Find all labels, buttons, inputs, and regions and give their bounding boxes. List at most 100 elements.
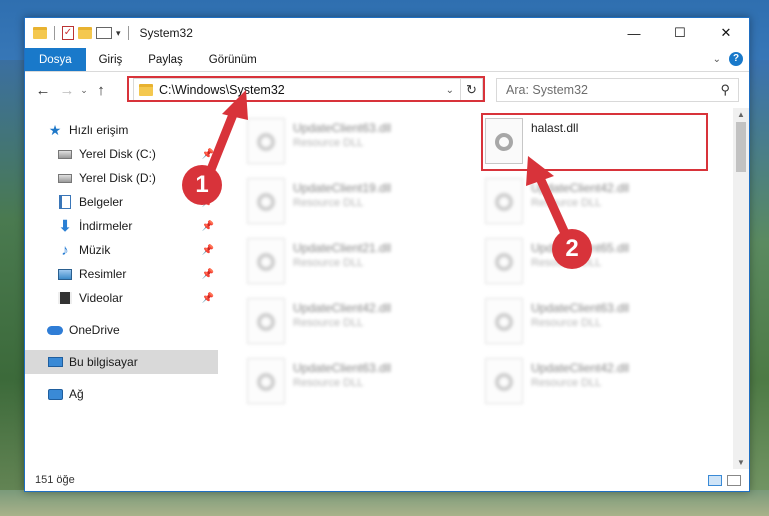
title-bar: ✓ ▾ System32 — ☐ ✕ [25, 18, 749, 48]
drive-icon [57, 146, 73, 162]
customize-toolbar-icon[interactable] [96, 27, 112, 39]
ribbon-tabs: Dosya Giriş Paylaş Görünüm ⌄ ? [25, 48, 749, 72]
dll-file-icon [247, 358, 285, 404]
tab-share[interactable]: Paylaş [135, 48, 196, 71]
sidebar-item-label: Belgeler [79, 195, 124, 209]
sidebar-item-label: OneDrive [69, 323, 120, 337]
chevron-down-icon[interactable]: ⌄ [446, 85, 454, 96]
desktop-background-right [749, 60, 769, 516]
expand-ribbon-icon[interactable]: ⌄ [713, 54, 721, 65]
file-item[interactable]: UpdateClient21.dll Resource DLL [247, 236, 467, 292]
file-item[interactable]: UpdateClient63.dll Resource DLL [247, 116, 467, 172]
download-icon: ⬇ [58, 218, 72, 235]
back-button[interactable]: ← [33, 82, 53, 99]
sidebar-item-label: Ağ [69, 387, 84, 401]
dll-file-icon [247, 178, 285, 224]
pin-icon[interactable]: 📌 [202, 293, 214, 304]
file-item[interactable]: UpdateClient42.dll Resource DLL [485, 356, 705, 412]
file-item[interactable]: UpdateClient63.dll Resource DLL [485, 296, 705, 352]
large-icons-view-icon[interactable] [727, 474, 741, 486]
sidebar-item-onedrive[interactable]: OneDrive [25, 318, 218, 342]
vertical-scrollbar[interactable]: ▲ ▼ [733, 108, 749, 469]
desktop-background-left [0, 60, 24, 516]
file-item[interactable]: UpdateClient42.dll Resource DLL [485, 176, 705, 232]
file-name: UpdateClient63.dll [293, 121, 392, 135]
pin-icon[interactable]: 📌 [202, 149, 214, 160]
file-name: UpdateClient42.dll [531, 361, 630, 375]
recent-locations-button[interactable]: ⌄ [77, 85, 91, 96]
sidebar-item-quick-access[interactable]: ★ Hızlı erişim [25, 118, 218, 142]
scroll-down-icon[interactable]: ▼ [737, 458, 745, 467]
search-icon[interactable]: ⚲ [720, 82, 730, 98]
pictures-icon [57, 266, 73, 282]
search-input[interactable]: Ara: System32 ⚲ [496, 78, 739, 102]
toolbar-divider [54, 26, 55, 40]
chevron-down-icon[interactable]: ▾ [116, 28, 121, 39]
sidebar-item-label: İndirmeler [79, 219, 133, 233]
pin-icon[interactable]: 📌 [202, 221, 214, 232]
file-item[interactable]: UpdateClient42.dll Resource DLL [247, 296, 467, 352]
file-item[interactable]: UpdateClient63.dll Resource DLL [247, 356, 467, 412]
star-icon: ★ [48, 121, 62, 138]
file-name: UpdateClient42.dll [293, 301, 392, 315]
document-icon [57, 194, 73, 210]
cloud-icon [47, 322, 63, 338]
video-icon [57, 290, 73, 306]
file-type: Resource DLL [293, 257, 364, 269]
file-type: Resource DLL [293, 197, 364, 209]
scroll-up-icon[interactable]: ▲ [737, 110, 745, 119]
pin-icon[interactable]: 📌 [202, 269, 214, 280]
new-folder-icon[interactable] [78, 27, 92, 39]
tab-home[interactable]: Giriş [86, 48, 136, 71]
music-icon: ♪ [61, 241, 69, 259]
address-path[interactable]: C:\Windows\System32 [159, 83, 285, 97]
file-item[interactable]: UpdateClient65.dll Resource DLL [485, 236, 705, 292]
maximize-button[interactable]: ☐ [657, 18, 703, 48]
pin-icon[interactable]: 📌 [202, 245, 214, 256]
sidebar-item-label: Resimler [79, 267, 127, 281]
network-icon [47, 386, 63, 402]
minimize-button[interactable]: — [611, 18, 657, 48]
folder-icon [139, 84, 153, 96]
dll-file-icon [485, 358, 523, 404]
item-count: 151 öğe [35, 474, 75, 486]
explorer-window: ✓ ▾ System32 — ☐ ✕ Dosya Giriş Paylaş Gö… [24, 17, 750, 492]
sidebar-item-this-pc[interactable]: Bu bilgisayar [25, 350, 218, 374]
file-name: UpdateClient63.dll [293, 361, 392, 375]
tab-view[interactable]: Görünüm [196, 48, 270, 71]
file-item[interactable]: UpdateClient19.dll Resource DLL [247, 176, 467, 232]
file-name: UpdateClient63.dll [531, 301, 630, 315]
refresh-button[interactable]: ↻ [461, 78, 483, 102]
sidebar-item-music[interactable]: ♪ Müzik 📌 [25, 238, 218, 262]
desktop-background-bottom [0, 490, 769, 516]
file-type: Resource DLL [531, 377, 602, 389]
sidebar-item-downloads[interactable]: ⬇ İndirmeler 📌 [25, 214, 218, 238]
details-view-icon[interactable] [708, 474, 722, 486]
close-button[interactable]: ✕ [703, 18, 749, 48]
sidebar-item-disk-c[interactable]: Yerel Disk (C:) 📌 [25, 142, 218, 166]
up-button[interactable]: ↑ [91, 82, 111, 99]
sidebar-item-label: Müzik [79, 243, 111, 257]
sidebar-item-network[interactable]: Ağ [25, 382, 218, 406]
sidebar-item-label: Yerel Disk (D:) [79, 171, 156, 185]
folder-icon [33, 27, 47, 39]
navigation-pane: ★ Hızlı erişim Yerel Disk (C:) 📌 Yerel D… [25, 108, 218, 469]
tab-file[interactable]: Dosya [25, 48, 86, 71]
navigation-bar: ← → ⌄ ↑ C:\Windows\System32 ⌄ ↻ Ara: Sys… [25, 72, 749, 108]
scroll-thumb[interactable] [736, 122, 746, 172]
sidebar-item-videos[interactable]: Videolar 📌 [25, 286, 218, 310]
file-type: Resource DLL [293, 377, 364, 389]
forward-button[interactable]: → [57, 82, 77, 99]
dll-file-icon [247, 298, 285, 344]
sidebar-item-label: Yerel Disk (C:) [79, 147, 156, 161]
properties-check-icon[interactable]: ✓ [62, 26, 74, 40]
dll-file-icon [247, 238, 285, 284]
sidebar-item-pictures[interactable]: Resimler 📌 [25, 262, 218, 286]
help-icon[interactable]: ? [729, 52, 743, 66]
dll-file-icon [247, 118, 285, 164]
step-2-marker: 2 [552, 229, 592, 269]
quick-access-toolbar: ✓ ▾ [25, 26, 132, 40]
dll-file-icon [485, 178, 523, 224]
window-controls: — ☐ ✕ [611, 18, 749, 48]
address-bar[interactable]: C:\Windows\System32 ⌄ [133, 78, 461, 102]
